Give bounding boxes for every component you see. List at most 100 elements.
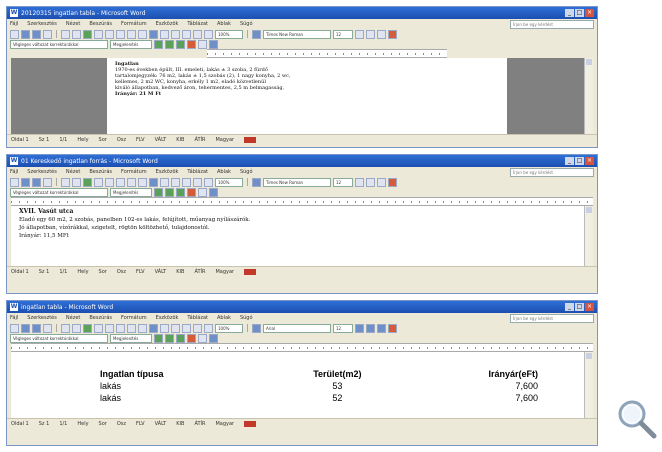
drawing-icon[interactable] <box>193 323 202 333</box>
menu-help[interactable]: Súgó <box>240 315 253 321</box>
status-ext[interactable]: KIB <box>176 269 184 275</box>
new-comment-icon[interactable] <box>198 187 207 197</box>
print-preview-icon[interactable] <box>72 323 81 333</box>
font-select[interactable]: Times New Roman <box>263 29 331 39</box>
styles-icon[interactable] <box>252 323 261 333</box>
paste-icon[interactable] <box>116 177 125 187</box>
scroll-up-icon[interactable] <box>586 353 592 359</box>
font-size-select[interactable]: 12 <box>333 323 353 333</box>
menu-file[interactable]: Fájl <box>10 315 18 321</box>
restore-button[interactable]: □ <box>575 9 584 17</box>
menu-edit[interactable]: Szerkesztés <box>27 169 57 175</box>
permission-icon[interactable] <box>43 29 52 39</box>
vertical-scrollbar[interactable] <box>584 352 593 418</box>
menu-file[interactable]: Fájl <box>10 21 18 27</box>
spelling-status-icon[interactable] <box>244 268 257 275</box>
menu-table[interactable]: Táblázat <box>187 21 208 27</box>
status-rec[interactable]: FLV <box>136 421 145 427</box>
minimize-button[interactable]: _ <box>565 157 574 165</box>
menu-view[interactable]: Nézet <box>66 21 80 27</box>
status-ext[interactable]: KIB <box>176 137 184 143</box>
minimize-button[interactable]: _ <box>565 303 574 311</box>
close-button[interactable]: × <box>585 9 594 17</box>
title-bar[interactable]: W 01 Kereskedő ingatlan forrás - Microso… <box>7 155 597 167</box>
copy-icon[interactable] <box>105 177 114 187</box>
undo-icon[interactable] <box>127 323 136 333</box>
excel-icon[interactable] <box>171 323 180 333</box>
menu-table[interactable]: Táblázat <box>187 169 208 175</box>
restore-button[interactable]: □ <box>575 303 584 311</box>
show-markup-select[interactable]: Megjelenítés <box>110 333 152 343</box>
document-area[interactable]: XVII. Vasút utca Eladó egy 60 m2, 2 szob… <box>11 206 593 266</box>
italic-icon[interactable] <box>366 29 375 39</box>
previous-change-icon[interactable] <box>154 333 163 343</box>
next-change-icon[interactable] <box>165 333 174 343</box>
status-rec[interactable]: FLV <box>136 137 145 143</box>
cut-icon[interactable] <box>94 323 103 333</box>
save-icon[interactable] <box>32 177 41 187</box>
drawing-icon[interactable] <box>193 177 202 187</box>
italic-icon[interactable] <box>366 323 375 333</box>
menu-help[interactable]: Súgó <box>240 169 253 175</box>
menu-edit[interactable]: Szerkesztés <box>27 21 57 27</box>
underline-icon[interactable] <box>377 29 386 39</box>
help-search-box[interactable]: Írjon be egy kérdést <box>510 19 594 29</box>
table-icon[interactable] <box>160 29 169 39</box>
font-color-icon[interactable] <box>388 323 397 333</box>
document-area[interactable]: Ingatlan 1970-es években épült, III. eme… <box>11 58 593 134</box>
bold-icon[interactable] <box>355 177 364 187</box>
font-select[interactable]: Arial <box>263 323 331 333</box>
track-changes-icon[interactable] <box>209 187 218 197</box>
menu-view[interactable]: Nézet <box>66 169 80 175</box>
print-icon[interactable] <box>61 29 70 39</box>
close-button[interactable]: × <box>585 157 594 165</box>
redo-icon[interactable] <box>138 177 147 187</box>
help-search-box[interactable]: Írjon be egy kérdést <box>510 167 594 177</box>
title-bar[interactable]: W ingatlan tabla - Microsoft Word _ □ × <box>7 301 597 313</box>
print-icon[interactable] <box>61 323 70 333</box>
menu-insert[interactable]: Beszúrás <box>89 21 112 27</box>
save-icon[interactable] <box>32 323 41 333</box>
spelling-icon[interactable] <box>83 29 92 39</box>
menu-tools[interactable]: Eszközök <box>156 169 179 175</box>
show-hide-icon[interactable] <box>204 323 213 333</box>
styles-icon[interactable] <box>252 29 261 39</box>
menu-format[interactable]: Formátum <box>121 21 147 27</box>
close-button[interactable]: × <box>585 303 594 311</box>
status-ovr[interactable]: ÁTÍR <box>194 421 205 427</box>
menu-insert[interactable]: Beszúrás <box>89 315 112 321</box>
document-page[interactable]: Ingatlan 1970-es években épült, III. eme… <box>107 58 507 134</box>
horizontal-ruler[interactable] <box>11 343 593 352</box>
excel-icon[interactable] <box>171 29 180 39</box>
reject-change-icon[interactable] <box>187 333 196 343</box>
columns-icon[interactable] <box>182 177 191 187</box>
horizontal-ruler[interactable] <box>207 49 447 58</box>
excel-icon[interactable] <box>171 177 180 187</box>
open-folder-icon[interactable] <box>21 29 30 39</box>
new-comment-icon[interactable] <box>198 39 207 49</box>
menu-window[interactable]: Ablak <box>217 21 231 27</box>
menu-tools[interactable]: Eszközök <box>156 21 179 27</box>
menu-tools[interactable]: Eszközök <box>156 315 179 321</box>
display-for-review-select[interactable]: Végleges változat korrektúrákkal <box>10 333 108 343</box>
print-preview-icon[interactable] <box>72 29 81 39</box>
menu-table[interactable]: Táblázat <box>187 315 208 321</box>
new-comment-icon[interactable] <box>198 333 207 343</box>
document-page[interactable]: Ingatlan típusa Terület(m2) Irányár(eFt)… <box>19 352 579 418</box>
redo-icon[interactable] <box>138 29 147 39</box>
zoom-select[interactable]: 100% <box>215 29 243 39</box>
menu-view[interactable]: Nézet <box>66 315 80 321</box>
show-markup-select[interactable]: Megjelenítés <box>110 187 152 197</box>
undo-icon[interactable] <box>127 29 136 39</box>
status-ext[interactable]: KIB <box>176 421 184 427</box>
table-icon[interactable] <box>160 177 169 187</box>
accept-change-icon[interactable] <box>176 39 185 49</box>
save-icon[interactable] <box>32 29 41 39</box>
accept-change-icon[interactable] <box>176 187 185 197</box>
open-folder-icon[interactable] <box>21 323 30 333</box>
italic-icon[interactable] <box>366 177 375 187</box>
permission-icon[interactable] <box>43 323 52 333</box>
status-ovr[interactable]: ÁTÍR <box>194 137 205 143</box>
document-page[interactable]: XVII. Vasút utca Eladó egy 60 m2, 2 szob… <box>19 208 579 264</box>
copy-icon[interactable] <box>105 29 114 39</box>
